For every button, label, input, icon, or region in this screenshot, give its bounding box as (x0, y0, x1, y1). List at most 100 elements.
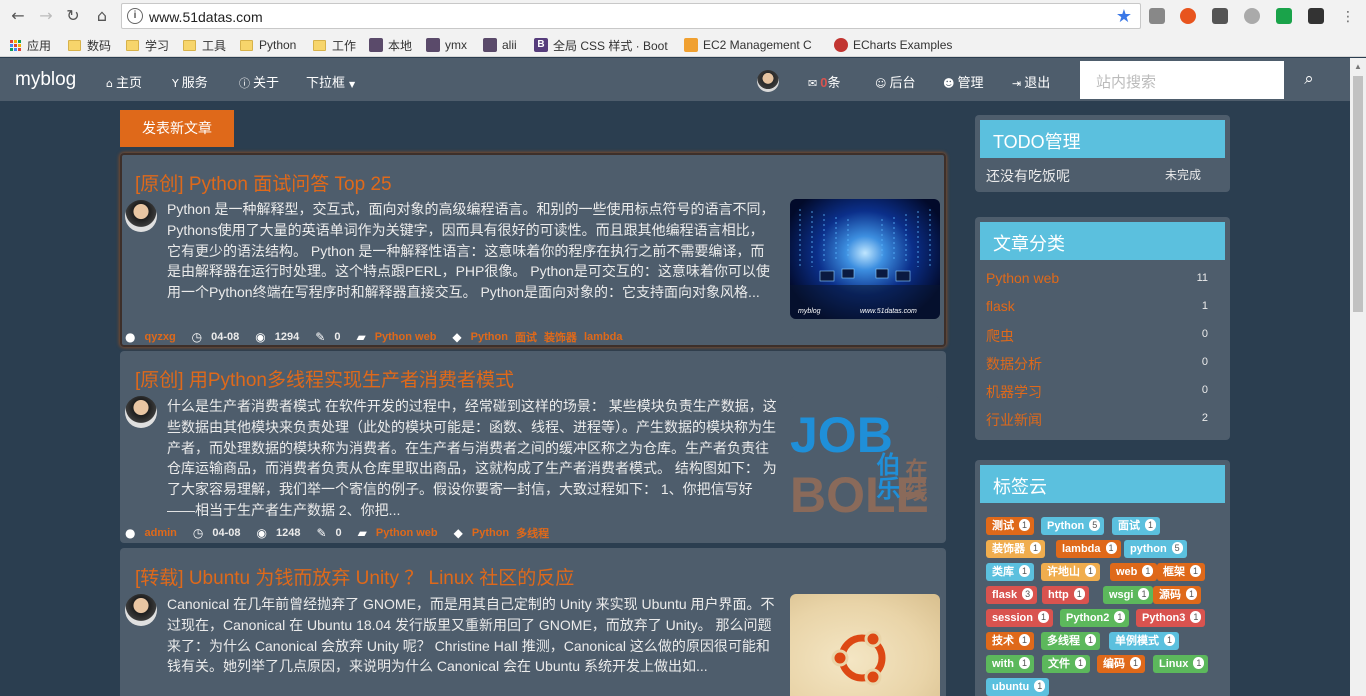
post-tag[interactable]: Python (472, 527, 509, 539)
post-thumbnail[interactable]: myblog www.51datas.com (790, 199, 940, 319)
post-title[interactable]: [转载] Ubuntu 为钱而放弃 Unity ？ Linux 社区的反应 (135, 563, 574, 590)
author-avatar[interactable] (125, 200, 157, 232)
jobbole-logo-image: JOB BOLE 伯乐 在线 (790, 407, 929, 516)
search-input[interactable]: 站内搜索 (1080, 61, 1284, 99)
post-thumbnail[interactable] (790, 594, 940, 696)
bookmark-star-icon[interactable]: ★ (1116, 6, 1132, 27)
bookmark-link[interactable]: alii (483, 37, 517, 53)
nav-about[interactable]: ⓘ 关于 (239, 72, 279, 91)
tag-chip[interactable]: Python 5 (1041, 517, 1105, 535)
post-thumbnail[interactable]: JOB BOLE 伯乐 在线 (790, 396, 940, 516)
post-tag[interactable]: 多线程 (516, 525, 549, 541)
post-category[interactable]: Python web (375, 331, 437, 343)
home-icon[interactable]: ⌂ (92, 6, 112, 26)
bookmark-folder[interactable]: 工作 (313, 37, 356, 53)
extension-icon[interactable] (1212, 8, 1228, 24)
bookmark-link[interactable]: B 全局 CSS 样式 · Boot (534, 37, 668, 53)
tag-chip[interactable]: 技术 1 (986, 632, 1035, 650)
tag-chip[interactable]: 多线程 1 (1041, 632, 1101, 650)
extension-icon[interactable] (1244, 8, 1260, 24)
tags-icon: ◆ (452, 330, 462, 344)
post-tag[interactable]: lambda (584, 331, 623, 343)
extension-icon[interactable] (1180, 8, 1196, 24)
bookmark-link[interactable]: EC2 Management C (684, 37, 812, 53)
tag-chip[interactable]: 许地山 1 (1041, 563, 1101, 581)
tag-chip[interactable]: 框架 1 (1157, 563, 1206, 581)
bookmark-apps[interactable]: 应用 (10, 37, 51, 53)
bookmark-folder[interactable]: 学习 (126, 37, 169, 53)
tag-chip[interactable]: python 5 (1124, 540, 1187, 558)
category-item[interactable]: flask 1 (986, 298, 1208, 314)
post-tag[interactable]: Python (471, 331, 508, 343)
todo-item[interactable]: 还没有吃饭呢 未完成 (986, 166, 1221, 186)
author-avatar[interactable] (125, 594, 157, 626)
tag-chip[interactable]: 编码 1 (1097, 655, 1146, 673)
category-item[interactable]: 数据分析 0 (986, 354, 1208, 374)
tag-chip[interactable]: 类库 1 (986, 563, 1035, 581)
category-item[interactable]: 爬虫 0 (986, 326, 1208, 346)
bookmark-link[interactable]: 本地 (369, 37, 412, 53)
bookmark-folder[interactable]: 数码 (68, 37, 111, 53)
category-item[interactable]: 行业新闻 2 (986, 410, 1208, 430)
tag-chip[interactable]: 单例模式 1 (1109, 632, 1180, 650)
nav-backend[interactable]: ☺ 后台 (875, 72, 915, 91)
user-avatar[interactable] (757, 70, 779, 92)
extension-icon[interactable] (1276, 8, 1292, 24)
bookmark-folder[interactable]: Python (240, 37, 296, 53)
scroll-thumb[interactable] (1353, 76, 1363, 312)
tag-chip[interactable]: ubuntu 1 (986, 678, 1050, 696)
scroll-up-icon[interactable]: ▲ (1354, 62, 1362, 71)
site-info-icon[interactable]: i (127, 8, 143, 24)
bookmark-folder[interactable]: 工具 (183, 37, 226, 53)
back-arrow-icon[interactable]: ← (8, 6, 28, 26)
forward-arrow-icon[interactable]: → (36, 6, 56, 26)
nav-messages[interactable]: ✉ 0条 (808, 72, 840, 91)
category-item[interactable]: Python web 11 (986, 270, 1208, 286)
new-post-button[interactable]: 发表新文章 (120, 110, 234, 147)
nav-home[interactable]: ⌂ 主页 (106, 72, 142, 91)
address-bar[interactable]: i www.51datas.com ★ (121, 3, 1141, 29)
tag-chip[interactable]: 面试 1 (1112, 517, 1161, 535)
post-tag[interactable]: 面试 (515, 329, 537, 345)
tag-chip[interactable]: web 1 (1110, 563, 1158, 581)
tag-chip[interactable]: 装饰器 1 (986, 540, 1046, 558)
extension-icon[interactable] (1308, 8, 1324, 24)
extension-icon[interactable] (1149, 8, 1165, 24)
post-author[interactable]: admin (144, 527, 176, 539)
author-avatar[interactable] (125, 396, 157, 428)
bookmark-link[interactable]: ymx (426, 37, 467, 53)
tag-chip[interactable]: 源码 1 (1153, 586, 1202, 604)
post-tag[interactable]: 装饰器 (544, 329, 577, 345)
brand-logo[interactable]: myblog (15, 69, 76, 91)
category-item[interactable]: 机器学习 0 (986, 382, 1208, 402)
page-scrollbar[interactable]: ▲ (1350, 58, 1366, 696)
tag-chip[interactable]: Linux 1 (1153, 655, 1209, 673)
post-author[interactable]: qyzxg (144, 331, 175, 343)
tag-chip[interactable]: session 1 (986, 609, 1053, 627)
tag-name: Python3 (1142, 612, 1186, 624)
post-title[interactable]: [原创] Python 面试问答 Top 25 (135, 169, 392, 196)
menu-dots-icon[interactable]: ⋮ (1340, 8, 1356, 24)
tag-chip[interactable]: 文件 1 (1042, 655, 1091, 673)
nav-dropdown[interactable]: 下拉框 ▼ (306, 72, 358, 91)
reload-icon[interactable]: ↻ (63, 6, 83, 26)
tag-chip[interactable]: 测试 1 (986, 517, 1035, 535)
search-icon[interactable]: ⌕ (1296, 69, 1322, 91)
nav-logout[interactable]: ⇥ 退出 (1012, 72, 1050, 91)
tag-chip[interactable]: Python3 1 (1136, 609, 1206, 627)
nav-manage[interactable]: ☻ 管理 (943, 72, 983, 91)
tag-chip[interactable]: flask 3 (986, 586, 1038, 604)
tag-chip[interactable]: lambda 1 (1056, 540, 1121, 558)
post-category[interactable]: Python web (376, 527, 438, 539)
post-date: 04-08 (211, 331, 240, 343)
nav-services[interactable]: Y 服务 (172, 72, 208, 91)
tag-chip[interactable]: with 1 (986, 655, 1035, 673)
tag-count: 1 (1164, 634, 1176, 647)
tag-chip[interactable]: http 1 (1042, 586, 1089, 604)
post-title[interactable]: [原创] 用Python多线程实现生产者消费者模式 (135, 365, 514, 392)
bookmark-link[interactable]: ECharts Examples (834, 37, 952, 53)
tag-chip[interactable]: Python2 1 (1060, 609, 1130, 627)
folder-open-icon: ▰ (357, 526, 367, 540)
tag-chip[interactable]: wsgi 1 (1103, 586, 1154, 604)
tag-count: 5 (1171, 542, 1183, 555)
